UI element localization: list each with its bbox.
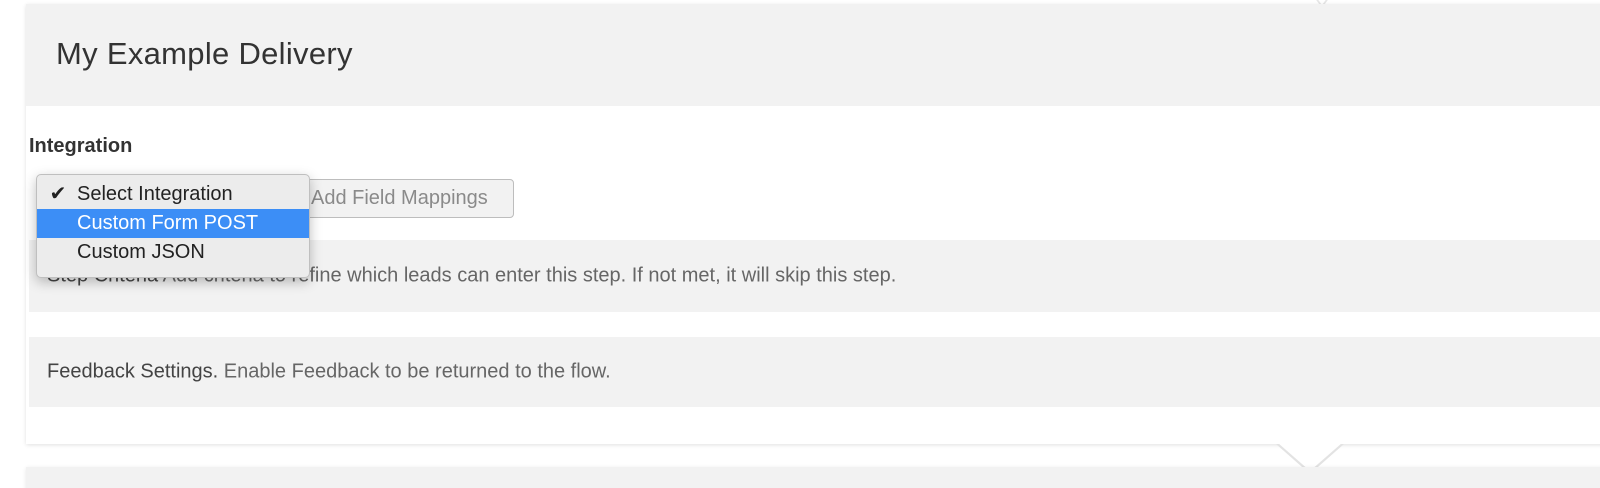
- feedback-settings-panel[interactable]: Feedback Settings. Enable Feedback to be…: [29, 337, 1600, 407]
- integration-label: Integration: [29, 135, 133, 157]
- menu-option-select-integration[interactable]: ✔ Select Integration: [37, 180, 309, 209]
- feedback-settings-text: Feedback Settings. Enable Feedback to be…: [47, 361, 611, 384]
- menu-option-label: Select Integration: [77, 183, 233, 205]
- menu-option-label: Custom Form POST: [77, 212, 259, 234]
- step-header[interactable]: My Example Delivery: [26, 4, 1600, 106]
- feedback-settings-description: Enable Feedback to be returned to the fl…: [223, 360, 611, 383]
- menu-option-custom-form-post[interactable]: Custom Form POST: [37, 209, 309, 238]
- add-field-mappings-button[interactable]: Add Field Mappings: [282, 179, 514, 218]
- next-step-card[interactable]: [26, 467, 1600, 488]
- integration-select-menu[interactable]: ✔ Select Integration Custom Form POST Cu…: [36, 174, 310, 278]
- feedback-settings-title: Feedback Settings.: [47, 360, 219, 383]
- menu-option-label: Custom JSON: [77, 241, 205, 263]
- step-title: My Example Delivery: [56, 36, 353, 71]
- menu-option-custom-json[interactable]: Custom JSON: [37, 238, 309, 267]
- checkmark-icon: ✔: [49, 183, 67, 205]
- page: My Example Delivery Integration Add Fiel…: [0, 0, 1600, 488]
